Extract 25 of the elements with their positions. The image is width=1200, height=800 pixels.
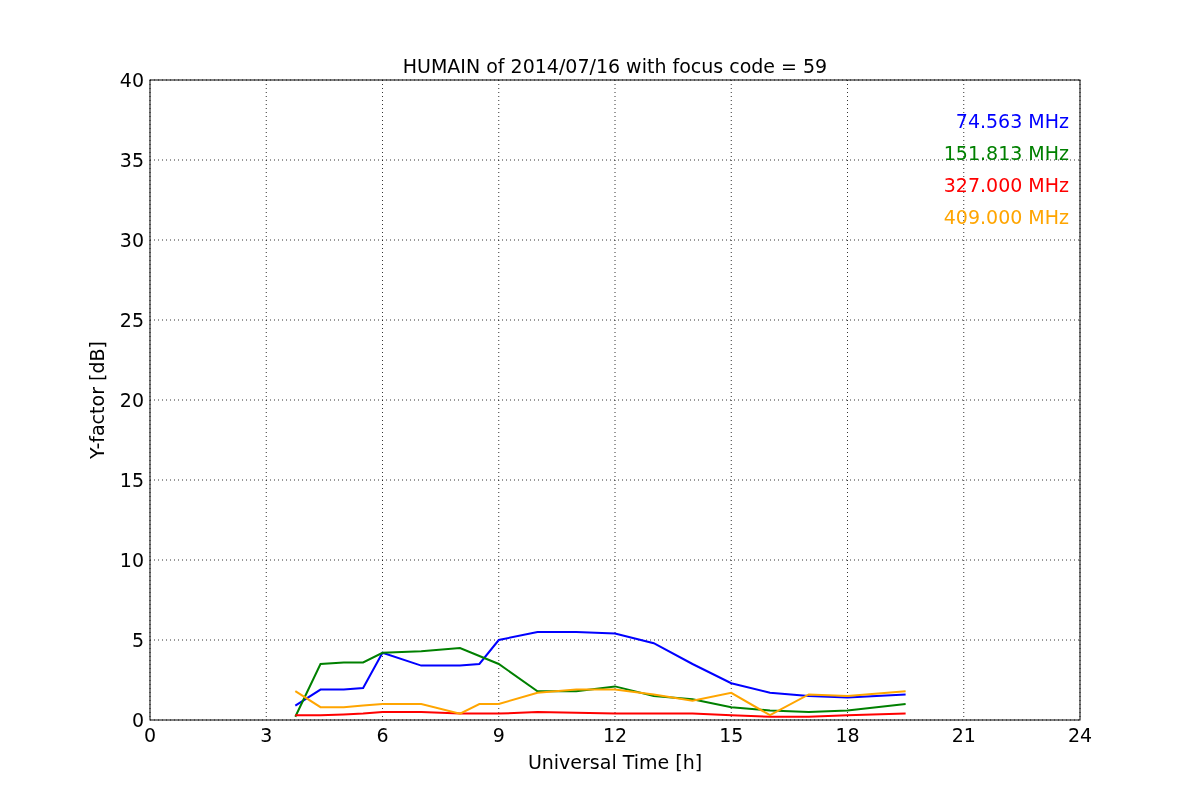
chart-title: HUMAIN of 2014/07/16 with focus code = 59 bbox=[402, 55, 828, 77]
y-tick-label: 40 bbox=[119, 69, 144, 91]
x-tick-label: 21 bbox=[951, 724, 976, 746]
y-tick-label: 10 bbox=[119, 549, 144, 571]
x-tick-label: 18 bbox=[835, 724, 860, 746]
y-tick-label: 25 bbox=[119, 309, 144, 331]
x-tick-label: 6 bbox=[376, 724, 389, 746]
x-tick-label: 3 bbox=[260, 724, 273, 746]
y-tick-label: 35 bbox=[119, 149, 144, 171]
legend-label: 74.563 MHz bbox=[955, 110, 1069, 132]
x-tick-label: 0 bbox=[143, 724, 157, 746]
x-tick-label: 9 bbox=[492, 724, 505, 746]
x-tick-label: 24 bbox=[1067, 724, 1093, 746]
y-tick-label: 0 bbox=[131, 709, 144, 731]
x-tick-label: 15 bbox=[719, 724, 744, 746]
y-tick-label: 30 bbox=[119, 229, 144, 251]
y-axis-label: Y-factor [dB] bbox=[86, 341, 108, 459]
legend-label: 409.000 MHz bbox=[943, 206, 1069, 228]
legend-label: 327.000 MHz bbox=[943, 174, 1069, 196]
y-tick-label: 20 bbox=[119, 389, 144, 411]
legend-label: 151.813 MHz bbox=[943, 142, 1069, 164]
x-tick-label: 12 bbox=[602, 724, 628, 746]
y-tick-label: 15 bbox=[119, 469, 144, 491]
y-tick-label: 5 bbox=[131, 629, 144, 651]
x-axis-label: Universal Time [h] bbox=[527, 751, 703, 773]
